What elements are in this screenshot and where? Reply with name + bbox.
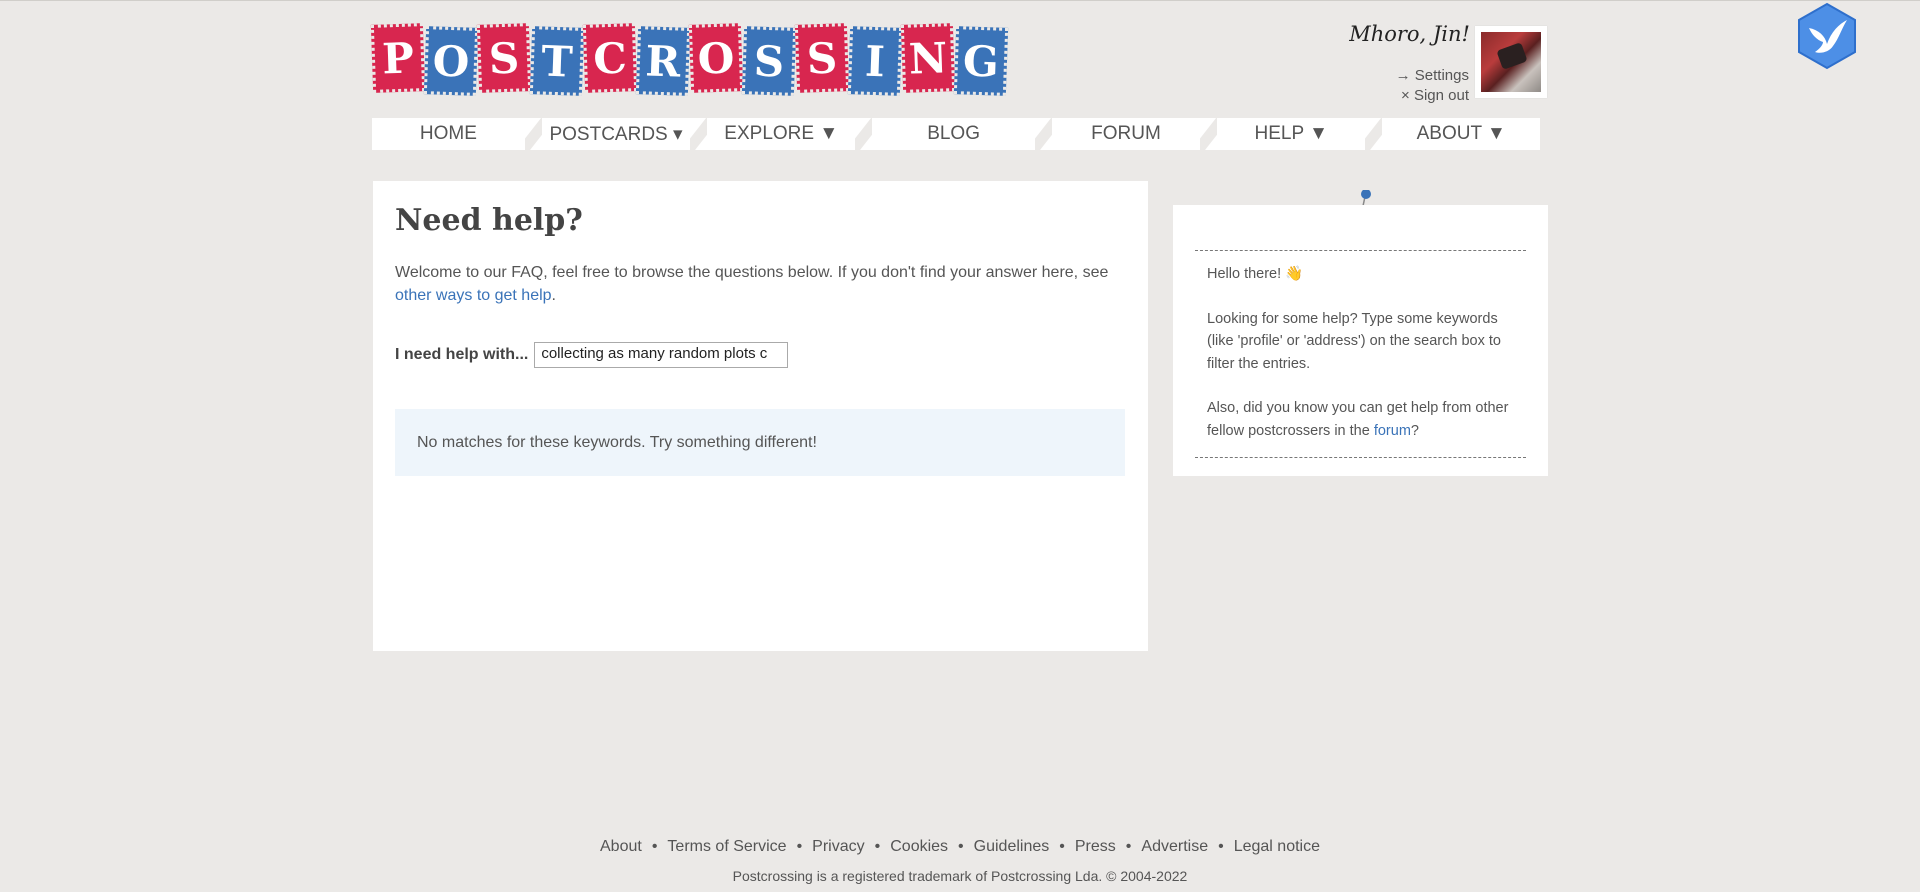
logo-stamp: T <box>529 26 585 96</box>
nav-item-blog[interactable]: BLOG <box>872 118 1034 150</box>
nav-item-explore[interactable]: EXPLORE ▼ <box>707 118 855 150</box>
forum-link[interactable]: forum <box>1374 423 1411 439</box>
user-links: → Settings × Sign out <box>1300 66 1469 106</box>
nav-item-about[interactable]: ABOUT ▼ <box>1382 118 1540 150</box>
footer-link-advertise[interactable]: Advertise <box>1141 838 1208 855</box>
nav-separator <box>690 118 707 150</box>
footer-separator: • <box>651 838 658 855</box>
user-greeting: Mhoro, Jin! <box>1349 22 1470 46</box>
avatar-image <box>1481 32 1541 92</box>
logo-stamp: S <box>476 23 532 93</box>
logo-stamp: R <box>635 26 691 96</box>
nav-separator <box>855 118 872 150</box>
nav-item-forum[interactable]: FORUM <box>1052 118 1200 150</box>
logo-stamp: N <box>900 23 956 93</box>
nav-item-help[interactable]: HELP ▼ <box>1217 118 1365 150</box>
logo-stamp: G <box>953 26 1009 96</box>
footer-separator: • <box>1125 838 1132 855</box>
top-border <box>0 0 1920 1</box>
logo-stamp: S <box>794 23 850 93</box>
footer-separator: • <box>958 838 964 855</box>
note-body: Hello there! 👋 Looking for some help? Ty… <box>1207 263 1527 464</box>
nav-separator <box>1200 118 1217 150</box>
footer-link-guidelines[interactable]: Guidelines <box>974 838 1050 855</box>
help-search-row: I need help with... collecting as many r… <box>395 342 789 368</box>
avatar[interactable] <box>1475 26 1547 98</box>
bird-extension-icon[interactable] <box>1795 2 1859 70</box>
footer-link-legal-notice[interactable]: Legal notice <box>1234 838 1320 855</box>
footer-link-cookies[interactable]: Cookies <box>890 838 948 855</box>
note-forum-end: ? <box>1410 422 1419 439</box>
nav-separator <box>1035 118 1052 150</box>
footer-separator: • <box>796 838 803 855</box>
nav-item-home[interactable]: HOME <box>372 118 525 150</box>
signout-link[interactable]: × Sign out <box>1300 86 1469 106</box>
note-hello: Hello there! 👋 <box>1207 266 1304 282</box>
logo-stamp: I <box>847 26 903 96</box>
footer-link-about[interactable]: About <box>600 838 642 855</box>
other-ways-help-link[interactable]: other ways to get help <box>395 287 552 304</box>
note-top-divider <box>1195 250 1526 251</box>
footer-links: About • Terms of Service • Privacy • Cookies • G… <box>0 838 1920 856</box>
postcrossing-logo[interactable]: POSTCROSSING <box>370 23 1009 96</box>
help-note: Hello there! 👋 Looking for some help? Ty… <box>1173 205 1548 476</box>
help-search-input[interactable]: collecting as many random plots c <box>534 342 789 368</box>
settings-link[interactable]: → Settings <box>1300 66 1469 86</box>
footer-link-press[interactable]: Press <box>1075 838 1116 855</box>
logo-stamp: O <box>423 26 479 96</box>
copyright: Postcrossing is a registered trademark o… <box>732 868 1188 884</box>
main-nav: HOME POSTCARDS ▾ EXPLORE ▼ BLOG FORUM HELP ▼ A… <box>372 118 1540 150</box>
note-forum-text: Also, did you know you can get help from… <box>1207 397 1527 442</box>
note-forum-sentence: Also, did you know you can get help from… <box>1207 400 1509 439</box>
intro-text: Welcome to our FAQ, feel free to browse … <box>395 261 1135 307</box>
no-matches-notice: No matches for these keywords. Try somet… <box>395 409 1125 476</box>
logo-stamp: S <box>741 26 797 96</box>
nav-item-postcards[interactable]: POSTCARDS ▾ <box>542 118 690 150</box>
logo-stamp: C <box>582 23 638 93</box>
intro-sentence: Welcome to our FAQ, feel free to browse … <box>395 264 1109 281</box>
help-search-label: I need help with... <box>395 346 529 363</box>
note-bottom-divider <box>1195 457 1526 458</box>
intro-end: . <box>551 287 556 304</box>
footer-separator: • <box>874 838 881 855</box>
logo-stamp: P <box>370 23 426 93</box>
footer-link-privacy[interactable]: Privacy <box>812 838 864 855</box>
logo-stamp: O <box>688 23 744 93</box>
nav-separator <box>1365 118 1382 150</box>
nav-separator <box>525 118 542 150</box>
page-title: Need help? <box>395 203 583 238</box>
faq-panel: Need help? Welcome to our FAQ, feel free… <box>373 181 1148 651</box>
footer-separator: • <box>1218 838 1224 855</box>
note-tip: Looking for some help? Type some keyword… <box>1207 310 1501 372</box>
footer-link-terms-of-service[interactable]: Terms of Service <box>667 838 786 855</box>
footer-separator: • <box>1059 838 1065 855</box>
